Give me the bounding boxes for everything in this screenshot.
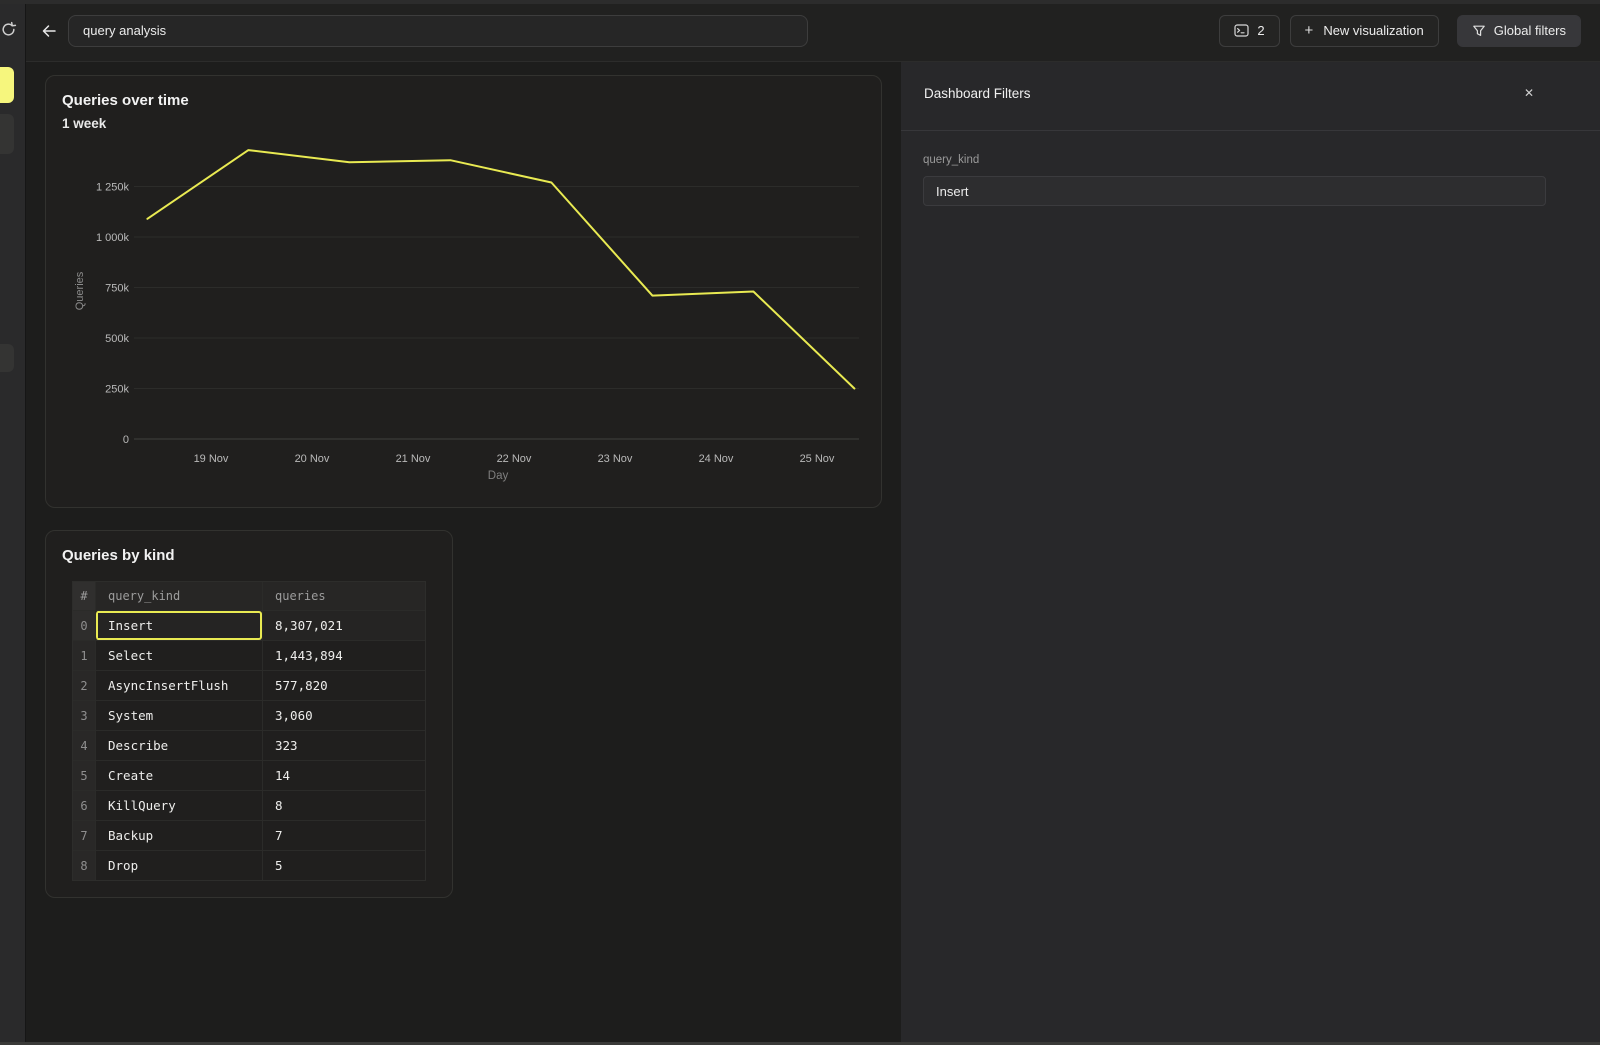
table-row: 7Backup7	[73, 820, 425, 850]
panel-divider	[901, 130, 1600, 131]
console-count: 2	[1257, 23, 1264, 38]
y-tick-label: 750k	[105, 283, 129, 295]
table-title: Queries by kind	[62, 547, 175, 564]
y-tick-label: 500k	[105, 333, 129, 345]
filter-field-label: query_kind	[923, 154, 1546, 166]
x-tick-label: 22 Nov	[497, 453, 532, 465]
cell-index[interactable]: 7	[73, 821, 95, 850]
table-header-row: #query_kindqueries	[73, 582, 425, 610]
cell-queries[interactable]: 5	[262, 851, 427, 880]
filters-panel-title: Dashboard Filters	[924, 86, 1031, 101]
new-visualization-button[interactable]: + New visualization	[1290, 15, 1439, 47]
table-row: 6KillQuery8	[73, 790, 425, 820]
table-row: 2AsyncInsertFlush577,820	[73, 670, 425, 700]
rail-item-visualization[interactable]	[0, 114, 14, 154]
y-tick-label: 1 250k	[96, 182, 130, 194]
cell-index[interactable]: 8	[73, 851, 95, 880]
x-axis-label: Day	[488, 470, 509, 482]
table-row: 0Insert8,307,021	[73, 610, 425, 640]
back-arrow-icon	[40, 23, 58, 39]
table-row: 8Drop5	[73, 850, 425, 880]
filter-field-query-kind: query_kind	[923, 154, 1546, 206]
x-tick-label: 23 Nov	[598, 453, 633, 465]
cell-query-kind[interactable]: Backup	[95, 821, 262, 850]
rail-item-visualization[interactable]	[0, 344, 14, 372]
dashboard-title-input[interactable]	[68, 15, 808, 47]
rail-item-active-visualization[interactable]	[0, 67, 14, 103]
global-filters-button[interactable]: Global filters	[1457, 15, 1581, 47]
cell-queries[interactable]: 3,060	[262, 701, 427, 730]
cell-query-kind[interactable]: AsyncInsertFlush	[95, 671, 262, 700]
queries-over-time-card: Queries over time 1 week 0250k500k750k1 …	[45, 75, 882, 508]
x-tick-label: 24 Nov	[699, 453, 734, 465]
y-axis-label: Queries	[74, 271, 86, 310]
console-icon	[1234, 24, 1249, 37]
close-icon[interactable]: ✕	[1520, 84, 1538, 102]
cell-queries[interactable]: 14	[262, 761, 427, 790]
queries-over-time-chart: 0 250k 500k 750k 1 000k 1 250k 19 Nov 20 Nov 21 …	[46, 76, 883, 509]
window-top-edge	[0, 0, 1600, 4]
cell-query-kind[interactable]: Drop	[95, 851, 262, 880]
top-bar: 2 + New visualization Global filters	[26, 0, 1600, 62]
header-queries: queries	[262, 582, 427, 610]
cell-index[interactable]: 4	[73, 731, 95, 760]
cell-index[interactable]: 6	[73, 791, 95, 820]
cell-index[interactable]: 3	[73, 701, 95, 730]
queries-by-kind-card: Queries by kind #query_kindqueries0Inser…	[45, 530, 453, 898]
cell-queries[interactable]: 7	[262, 821, 427, 850]
global-filters-label: Global filters	[1494, 23, 1566, 38]
queries-line	[147, 150, 854, 388]
cell-index[interactable]: 1	[73, 641, 95, 670]
cell-query-kind[interactable]: Create	[95, 761, 262, 790]
x-tick-label: 21 Nov	[396, 453, 431, 465]
table-row: 4Describe323	[73, 730, 425, 760]
new-visualization-label: New visualization	[1323, 23, 1423, 38]
header-index: #	[73, 582, 95, 610]
cell-index[interactable]: 0	[73, 611, 95, 640]
table-row: 5Create14	[73, 760, 425, 790]
cell-queries[interactable]: 323	[262, 731, 427, 760]
cell-queries[interactable]: 1,443,894	[262, 641, 427, 670]
queries-table: #query_kindqueries0Insert8,307,0211Selec…	[72, 581, 426, 881]
cell-query-kind[interactable]: KillQuery	[95, 791, 262, 820]
cell-query-kind[interactable]: Describe	[95, 731, 262, 760]
cell-query-kind[interactable]: Select	[95, 641, 262, 670]
x-tick-label: 20 Nov	[295, 453, 330, 465]
y-tick-label: 250k	[105, 384, 129, 396]
table-row: 3System3,060	[73, 700, 425, 730]
y-tick-label: 0	[123, 434, 129, 446]
table-row: 1Select1,443,894	[73, 640, 425, 670]
cell-index[interactable]: 5	[73, 761, 95, 790]
topbar-actions: 2 + New visualization Global filters	[1219, 15, 1600, 47]
plus-icon: +	[1305, 22, 1314, 39]
left-rail	[0, 0, 26, 1045]
cell-query-kind[interactable]: Insert	[95, 611, 262, 640]
filter-query-kind-input[interactable]	[923, 176, 1546, 206]
header-query-kind: query_kind	[95, 582, 262, 610]
cell-queries[interactable]: 8	[262, 791, 427, 820]
console-queries-button[interactable]: 2	[1219, 15, 1279, 47]
dashboard-canvas: Queries over time 1 week 0250k500k750k1 …	[26, 62, 901, 1045]
funnel-icon	[1472, 24, 1486, 38]
back-button[interactable]	[38, 20, 60, 42]
x-tick-label: 19 Nov	[194, 453, 229, 465]
refresh-icon[interactable]	[0, 21, 17, 38]
x-tick-label: 25 Nov	[800, 453, 835, 465]
dashboard-filters-panel: Dashboard Filters ✕ query_kind	[901, 62, 1600, 1045]
cell-queries[interactable]: 8,307,021	[262, 611, 427, 640]
cell-queries[interactable]: 577,820	[262, 671, 427, 700]
y-tick-label: 1 000k	[96, 232, 130, 244]
cell-index[interactable]: 2	[73, 671, 95, 700]
cell-query-kind[interactable]: System	[95, 701, 262, 730]
